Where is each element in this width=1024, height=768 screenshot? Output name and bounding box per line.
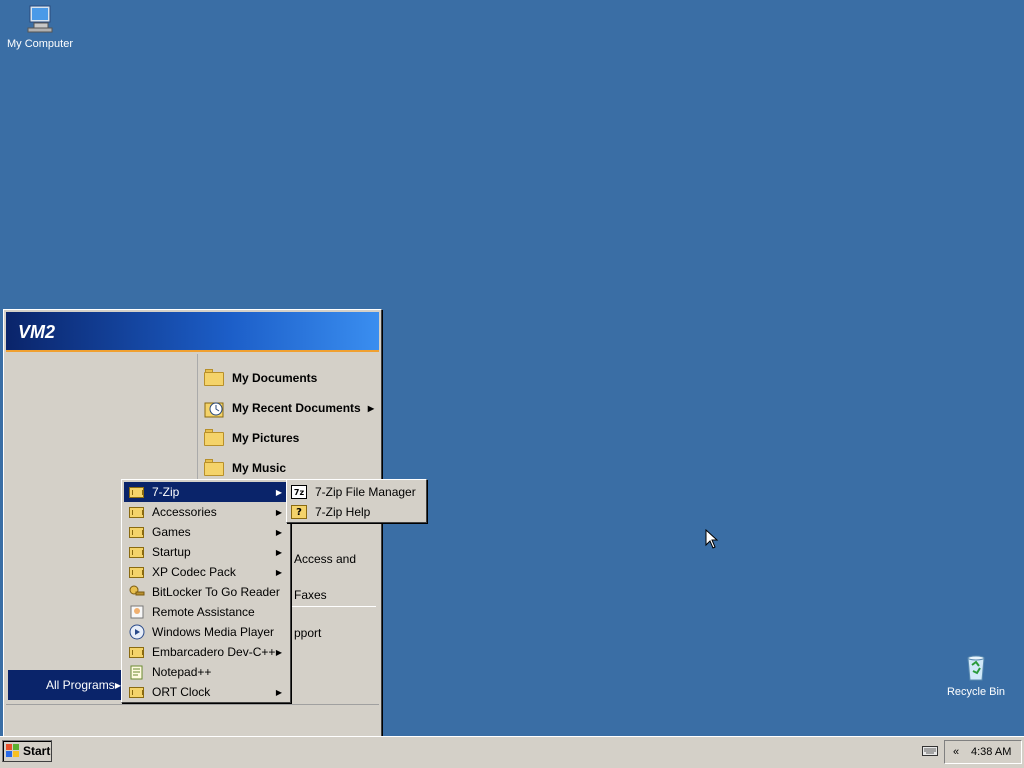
submenu-arrow-icon: ▶ — [275, 527, 282, 537]
program-item-ort-clock[interactable]: ORT Clock ▶ — [124, 682, 288, 702]
tray-clock[interactable]: 4:38 AM — [971, 746, 1011, 758]
programs-menu: 7-Zip ▶ Accessories ▶ Games ▶ Startup ▶ … — [121, 479, 291, 703]
7z-icon: 7z — [291, 485, 307, 499]
taskbar: Start « 4:38 AM — [0, 736, 1024, 768]
submenu-arrow-icon: ▶ — [275, 507, 282, 517]
system-tray: « 4:38 AM — [944, 740, 1022, 764]
program-group-icon — [128, 544, 146, 560]
program-item-windows-media-player[interactable]: Windows Media Player — [124, 622, 288, 642]
zip-item-label: 7-Zip File Manager — [315, 485, 416, 499]
program-group-icon — [128, 684, 146, 700]
7-zip-submenu: 7z 7-Zip File Manager ? 7-Zip Help — [286, 479, 427, 523]
start-item-my-pictures[interactable]: My Pictures — [204, 424, 380, 452]
tray-expand-button[interactable]: « — [949, 746, 963, 758]
submenu-arrow-icon: ▶ — [275, 487, 282, 497]
my-computer-desktop-icon[interactable]: My Computer — [0, 3, 80, 51]
submenu-arrow-icon: ▶ — [275, 687, 282, 697]
start-item-my-recent-documents[interactable]: My Recent Documents ▶ — [204, 394, 380, 422]
recent-documents-icon — [204, 399, 226, 418]
start-item-label: My Documents — [232, 371, 318, 385]
program-item-label: 7-Zip — [152, 485, 180, 499]
my-computer-label: My Computer — [6, 38, 74, 50]
program-item-label: Notepad++ — [152, 665, 212, 679]
start-item-my-music[interactable]: My Music — [204, 454, 380, 482]
keyboard-icon[interactable] — [922, 745, 938, 757]
all-programs-label: All Programs — [46, 678, 115, 692]
program-item-games[interactable]: Games ▶ — [124, 522, 288, 542]
program-item-accessories[interactable]: Accessories ▶ — [124, 502, 288, 522]
submenu-arrow-icon: ▶ — [367, 403, 374, 413]
program-item-label: Embarcadero Dev-C++ — [152, 645, 276, 659]
program-group-icon — [128, 504, 146, 520]
program-item-bitlocker[interactable]: BitLocker To Go Reader — [124, 582, 288, 602]
start-item-partial-access[interactable]: Access and — [294, 552, 356, 566]
program-group-icon — [128, 484, 146, 500]
windows-flag-icon — [6, 744, 20, 758]
start-item-my-documents[interactable]: My Documents — [204, 364, 380, 392]
start-menu-header: VM2 — [6, 312, 379, 352]
program-item-label: Games — [152, 525, 191, 539]
folder-pictures-icon — [204, 429, 226, 447]
start-button-label: Start — [23, 744, 51, 758]
recycle-bin-desktop-icon[interactable]: Recycle Bin — [936, 651, 1016, 699]
start-item-label: My Pictures — [232, 431, 300, 445]
bitlocker-icon — [128, 584, 146, 600]
program-item-label: ORT Clock — [152, 685, 211, 699]
folder-music-icon — [204, 459, 226, 477]
media-player-icon — [128, 624, 146, 640]
zip-item-file-manager[interactable]: 7z 7-Zip File Manager — [289, 482, 424, 502]
zip-item-label: 7-Zip Help — [315, 505, 371, 519]
submenu-arrow-icon: ▶ — [275, 567, 282, 577]
start-button[interactable]: Start — [2, 740, 52, 762]
user-name: VM2 — [18, 322, 56, 342]
recycle-bin-icon — [967, 655, 985, 681]
all-programs-button[interactable]: All Programs ▶ — [8, 670, 124, 700]
program-item-label: Startup — [152, 545, 191, 559]
start-menu-bottom-bar — [6, 704, 379, 734]
start-item-label: My Music — [232, 461, 287, 475]
my-computer-icon — [27, 5, 53, 33]
program-item-remote-assistance[interactable]: Remote Assistance — [124, 602, 288, 622]
program-group-icon — [128, 524, 146, 540]
program-item-notepad-plus-plus[interactable]: Notepad++ — [124, 662, 288, 682]
program-item-startup[interactable]: Startup ▶ — [124, 542, 288, 562]
recycle-bin-label: Recycle Bin — [946, 686, 1006, 698]
remote-assistance-icon — [128, 604, 146, 620]
program-group-icon — [128, 564, 146, 580]
help-icon: ? — [291, 505, 307, 519]
start-item-label: My Recent Documents — [232, 401, 361, 415]
start-item-partial-support[interactable]: pport — [294, 626, 321, 640]
program-item-label: Remote Assistance — [152, 605, 255, 619]
program-item-label: BitLocker To Go Reader — [152, 585, 280, 599]
zip-item-help[interactable]: ? 7-Zip Help — [289, 502, 424, 522]
start-item-partial-faxes[interactable]: Faxes — [294, 588, 327, 602]
program-item-embarcadero-dev-cpp[interactable]: Embarcadero Dev-C++ ▶ — [124, 642, 288, 662]
program-item-label: Windows Media Player — [152, 625, 275, 639]
submenu-arrow-icon: ▶ — [275, 547, 282, 557]
program-item-label: XP Codec Pack — [152, 565, 236, 579]
submenu-arrow-icon: ▶ — [275, 647, 282, 657]
program-item-xp-codec-pack[interactable]: XP Codec Pack ▶ — [124, 562, 288, 582]
program-item-label: Accessories — [152, 505, 217, 519]
program-group-icon — [128, 644, 146, 660]
notepad-icon — [128, 664, 146, 680]
program-item-7-zip[interactable]: 7-Zip ▶ — [124, 482, 288, 502]
mouse-cursor-icon — [705, 529, 719, 549]
folder-documents-icon — [204, 369, 226, 387]
